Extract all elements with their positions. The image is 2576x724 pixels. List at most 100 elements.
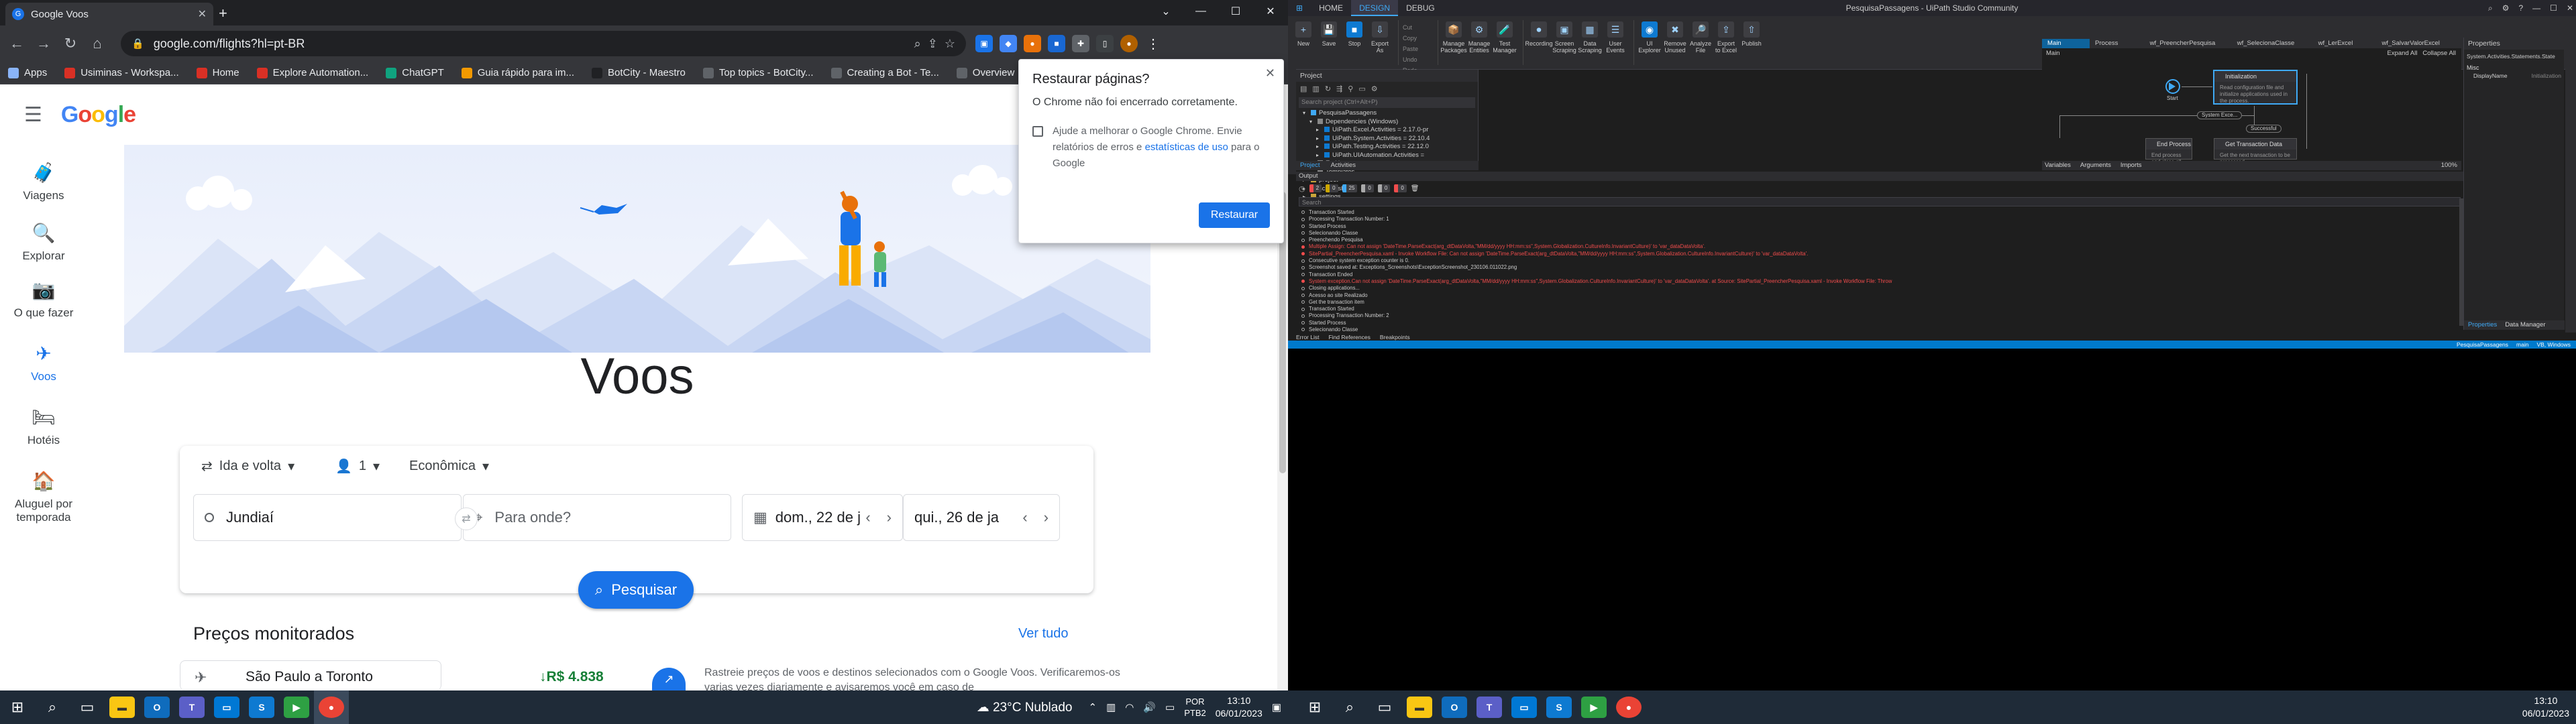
- tree-item[interactable]: ▸ UiPath.System.Activities = 22.10.4: [1296, 135, 1478, 143]
- document-tab[interactable]: wf_SelecionaClasse (ReadOnly): [2232, 39, 2313, 56]
- ribbon-button-remove-unused[interactable]: ✖ Remove Unused: [1664, 19, 1686, 66]
- remote-desktop-icon[interactable]: ▭: [1507, 690, 1542, 724]
- chrome-taskbar-icon[interactable]: ●: [1611, 690, 1646, 724]
- document-tab[interactable]: Process (ReadOnly): [2090, 39, 2145, 56]
- log-entry[interactable]: Processing Transaction Number: 1: [1301, 216, 2458, 223]
- network-icon[interactable]: ▥: [1106, 701, 1116, 713]
- tree-toggle-icon[interactable]: ▾: [1309, 118, 1315, 127]
- log-entry[interactable]: System exception.Can not assign 'DateTim…: [1301, 278, 2458, 285]
- filter-icon[interactable]: ⇶: [1336, 84, 1342, 93]
- ribbon-button-screen-scraping[interactable]: ▣ Screen Scraping: [1552, 19, 1576, 66]
- zoom-icon[interactable]: ⌕: [914, 37, 921, 51]
- tree-toggle-icon[interactable]: ▸: [1316, 143, 1322, 152]
- sidebar-item-o-que-fazer[interactable]: 📷 O que fazer: [0, 279, 87, 320]
- usage-stats-link[interactable]: estatísticas de uso: [1145, 141, 1228, 153]
- chevron-right-icon[interactable]: ›: [1044, 509, 1049, 526]
- see-all-link[interactable]: Ver tudo: [1018, 626, 1069, 642]
- log-filter-button[interactable]: 0: [1377, 184, 1391, 192]
- panel-tab-activities[interactable]: Activities: [1331, 161, 1356, 170]
- document-tab[interactable]: wf_SalvarValorExcel (ReadOnly): [2377, 39, 2459, 56]
- file-explorer-icon[interactable]: ▬: [1402, 690, 1437, 724]
- address-bar[interactable]: 🔒 google.com/flights?hl=pt-BR ⌕ ⇪ ☆: [121, 31, 966, 56]
- notification-icon[interactable]: ▣: [1272, 701, 1281, 713]
- sidebar-item-hot-is[interactable]: 🛏 Hotéis: [0, 406, 87, 447]
- uipath-studio-icon[interactable]: S: [244, 690, 279, 724]
- minimize-icon[interactable]: —: [1183, 0, 1218, 23]
- expand-all-link[interactable]: Expand All: [2387, 50, 2418, 57]
- pin-icon[interactable]: ⚲: [1348, 84, 1353, 93]
- ribbon-button-ui-explorer[interactable]: ◉ UI Explorer: [1638, 19, 1661, 66]
- initialization-node[interactable]: Initialization Read configuration file a…: [2213, 70, 2298, 105]
- tree-item[interactable]: ▸ UiPath.UIAutomation.Activities =: [1296, 152, 1478, 160]
- log-entry[interactable]: Processing Transaction Number: 2: [1301, 312, 2458, 319]
- bookmark-item[interactable]: Top topics - BotCity...: [702, 67, 814, 78]
- ribbon-button-recording[interactable]: ⏺ Recording: [1525, 19, 1553, 66]
- log-entry[interactable]: Closing applications...: [1301, 285, 2458, 292]
- log-entry[interactable]: Multiple Assign: Can not assign 'DateTim…: [1301, 243, 2458, 250]
- bookmark-item[interactable]: Creating a Bot - Te...: [830, 67, 939, 78]
- new-tab-icon[interactable]: +: [219, 5, 227, 22]
- system-exception-label[interactable]: System Exce...: [2197, 111, 2243, 119]
- windows-start-icon[interactable]: ⊞: [1297, 690, 1332, 724]
- log-filter-button[interactable]: 0: [1326, 184, 1338, 192]
- status-item[interactable]: PesquisaPassagens: [2457, 341, 2508, 349]
- log-entry[interactable]: Preenchendo Pesquisa: [1301, 237, 2458, 243]
- destination-field[interactable]: ⌖ Para onde?: [463, 494, 731, 541]
- teams-icon[interactable]: T: [174, 690, 209, 724]
- clock[interactable]: 13:10 06/01/2023: [2522, 695, 2576, 720]
- imports-tab[interactable]: Imports: [2121, 161, 2142, 170]
- history-icon[interactable]: ◷: [1299, 184, 1305, 193]
- status-item[interactable]: main: [2516, 341, 2528, 349]
- chevron-down-icon[interactable]: ⌄: [1148, 0, 1183, 23]
- battery-icon[interactable]: ▭: [1165, 701, 1175, 713]
- log-entry[interactable]: Get the transaction item: [1301, 299, 2458, 306]
- trip-type-dropdown[interactable]: ⇄ Ida e volta ▾: [201, 458, 294, 475]
- windows-start-icon[interactable]: ⊞: [0, 690, 35, 724]
- log-entry[interactable]: Consecutive system exception counter is …: [1301, 257, 2458, 264]
- tree-item[interactable]: ▸ UiPath.Excel.Activities = 2.17.0-pr: [1296, 126, 1478, 135]
- log-entry[interactable]: Acesso ao site Realizado: [1301, 292, 2458, 299]
- chevron-left-icon[interactable]: ‹: [1022, 509, 1027, 526]
- project-search-input[interactable]: Search project (Ctrl+Alt+P): [1299, 97, 1475, 108]
- menu-dots-icon[interactable]: ⋮: [1144, 35, 1162, 52]
- outlook-icon[interactable]: O: [140, 690, 174, 724]
- log-filter-button[interactable]: 25: [1342, 184, 1358, 192]
- teams-icon[interactable]: T: [1472, 690, 1507, 724]
- share-icon[interactable]: ⇪: [928, 37, 938, 51]
- log-entry[interactable]: Started Process: [1301, 223, 2458, 230]
- ribbon-button-export-to-excel[interactable]: ⇪ Export to Excel: [1715, 19, 1737, 66]
- ribbon-button-manage-entities[interactable]: ⚙ Manage Entities: [1468, 19, 1491, 66]
- status-item[interactable]: VB, Windows: [2536, 341, 2571, 349]
- log-entry[interactable]: SitePartial_PreencherPesquisa.xaml - Inv…: [1301, 251, 2458, 257]
- outlook-icon[interactable]: O: [1437, 690, 1472, 724]
- file-explorer-icon[interactable]: ▬: [105, 690, 140, 724]
- tree-toggle-icon[interactable]: ▸: [1316, 152, 1322, 160]
- settings-icon[interactable]: ⚙: [2502, 0, 2510, 16]
- ribbon-button-test-manager[interactable]: 🧪 Test Manager: [1493, 19, 1517, 66]
- bookmark-item[interactable]: Overview: [956, 67, 1014, 78]
- close-icon[interactable]: ✕: [2567, 0, 2573, 16]
- maximize-icon[interactable]: ☐: [1218, 0, 1253, 23]
- property-value[interactable]: Initialization: [2532, 71, 2564, 80]
- close-window-icon[interactable]: ✕: [1253, 0, 1288, 23]
- clock[interactable]: 13:10 06/01/2023: [1216, 695, 1263, 720]
- ribbon-button-manage-packages[interactable]: 📦 Manage Packages: [1440, 19, 1467, 66]
- ribbon-tab-debug[interactable]: DEBUG: [1398, 0, 1443, 16]
- log-entry[interactable]: Selecionando Classe: [1301, 230, 2458, 237]
- forward-icon[interactable]: →: [32, 32, 55, 55]
- clear-log-icon[interactable]: 🗑: [1411, 185, 1419, 192]
- bookmark-item[interactable]: Guia rápido para im...: [461, 67, 574, 78]
- ribbon-button-save[interactable]: 💾 Save: [1318, 19, 1340, 66]
- task-view-icon[interactable]: ▭: [1367, 690, 1402, 724]
- reload-icon[interactable]: ↻: [59, 32, 82, 55]
- properties-tab[interactable]: Properties: [2468, 320, 2497, 330]
- ribbon-tab-design[interactable]: DESIGN: [1351, 0, 1399, 16]
- home-icon[interactable]: ⌂: [86, 32, 109, 55]
- chevron-left-icon[interactable]: ‹: [865, 509, 870, 526]
- bookmark-item[interactable]: Home: [196, 67, 239, 78]
- ribbon-button-data-scraping[interactable]: ▦ Data Scraping: [1578, 19, 1602, 66]
- search-icon[interactable]: ⌕: [1332, 690, 1367, 724]
- uipath-assistant-icon[interactable]: ▶: [279, 690, 314, 724]
- log-entry[interactable]: Screenshot saved at: Exceptions_Screensh…: [1301, 264, 2458, 271]
- extension-icon[interactable]: ◆: [1000, 35, 1017, 52]
